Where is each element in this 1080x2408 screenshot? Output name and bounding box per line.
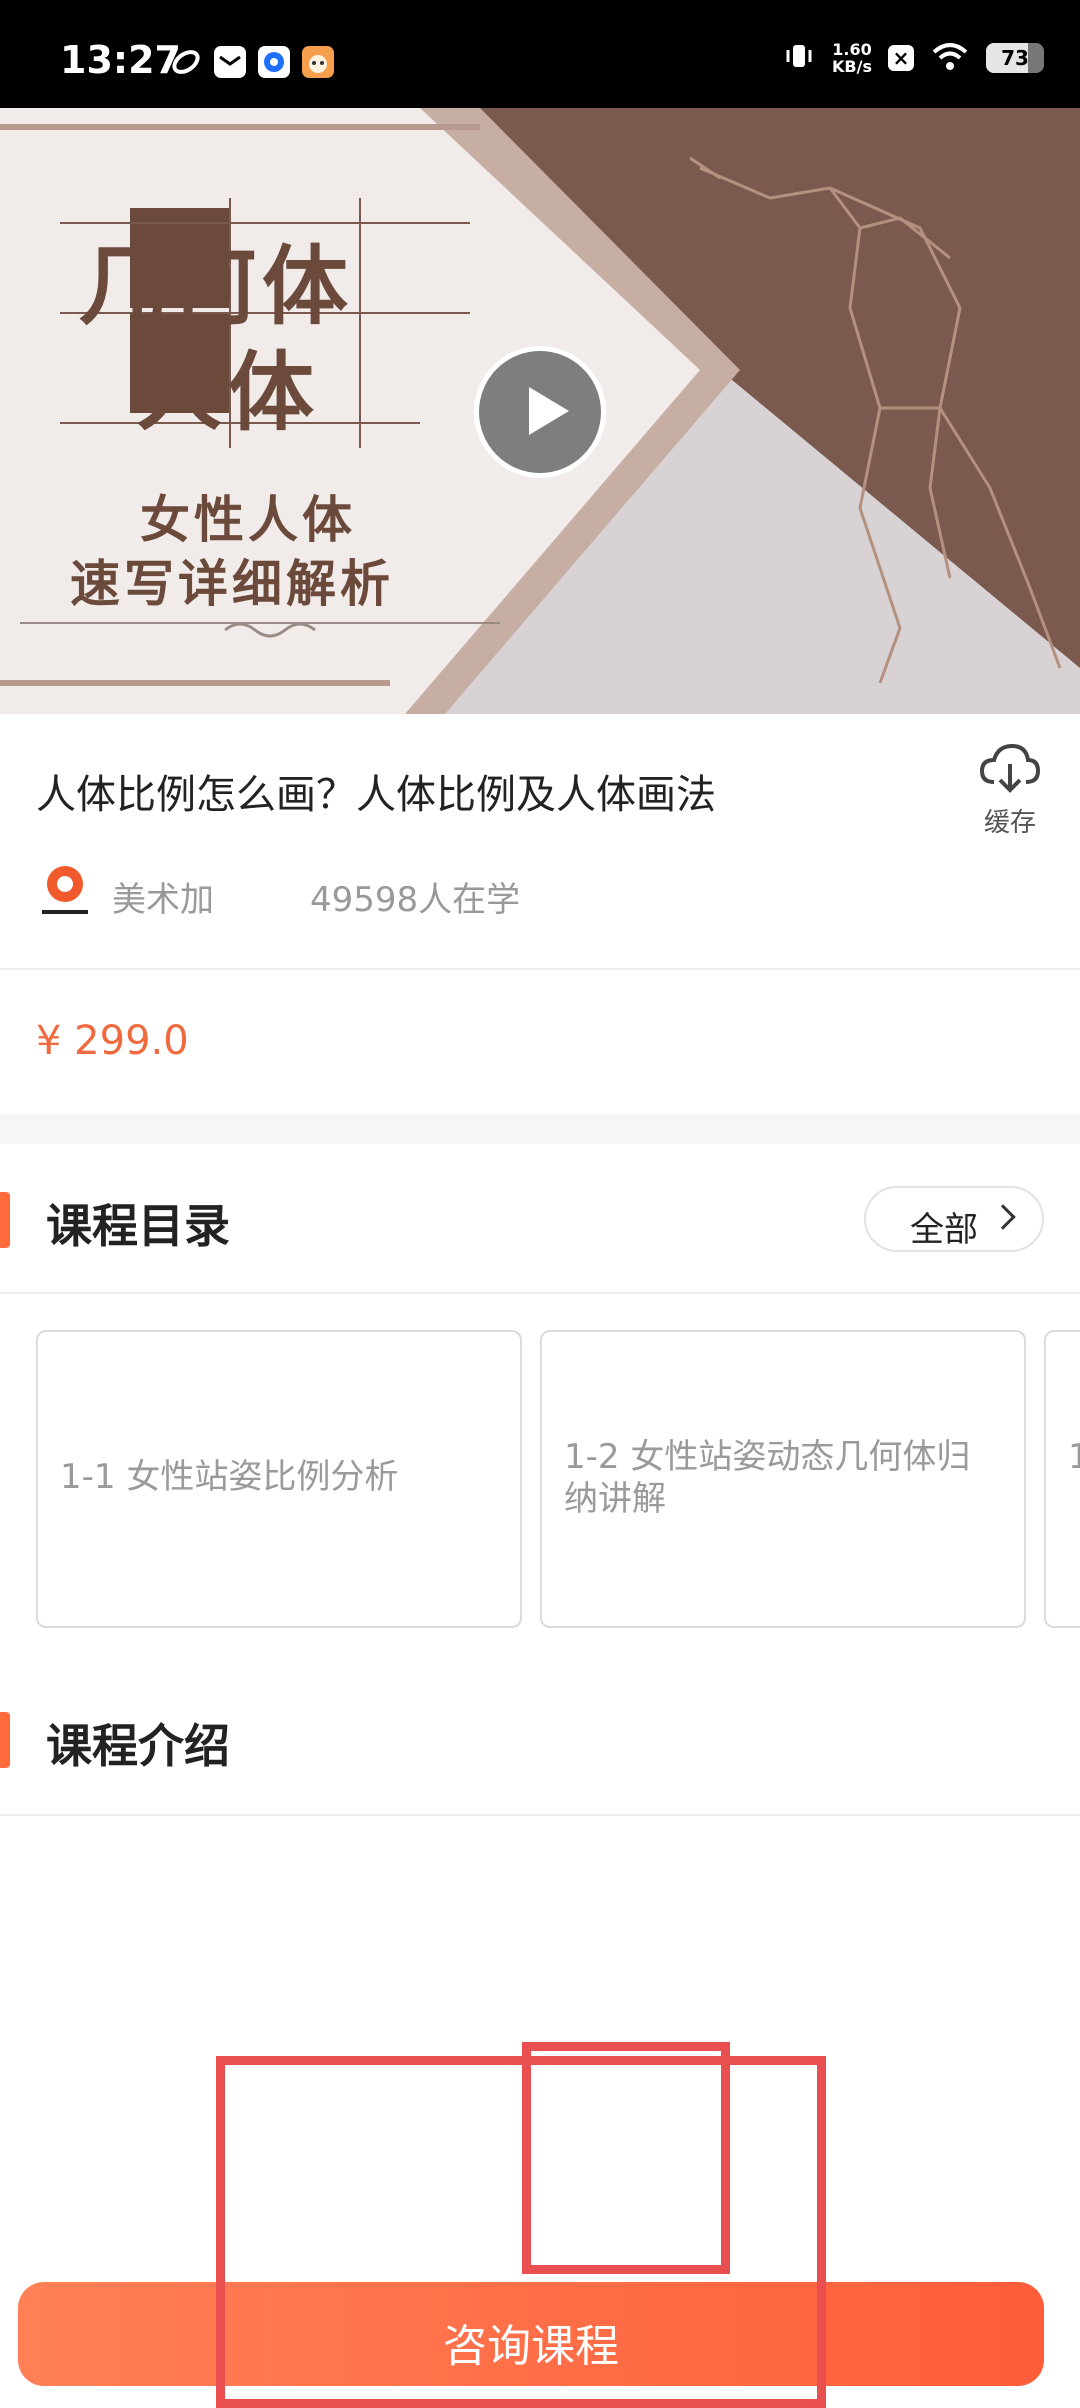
video-cover[interactable]: 几何体 人体 女性人体 速写详细解析 xyxy=(0,108,1080,714)
all-label: 全部 xyxy=(910,1210,978,1250)
net-speed-unit: KB/s xyxy=(832,57,872,76)
wifi-icon xyxy=(930,40,970,76)
course-title: 人体比例怎么画？人体比例及人体画法 xyxy=(36,772,716,818)
game-icon xyxy=(302,46,334,78)
cache-button[interactable]: 缓存 xyxy=(974,742,1046,839)
intro-heading: 课程介绍 xyxy=(46,1719,230,1773)
publisher-logo[interactable] xyxy=(36,862,94,920)
highlight-box xyxy=(522,2042,730,2274)
cover-subtitle-line2: 速写详细解析 xyxy=(70,554,394,613)
divider xyxy=(0,968,1080,970)
cover-subtitle-line1: 女性人体 xyxy=(140,490,356,549)
chevron-right-icon xyxy=(990,1204,1016,1230)
cache-label: 缓存 xyxy=(983,808,1036,838)
status-bar: 13:27 1.60 KB/s × 73 xyxy=(0,0,1080,108)
battery-icon: 73 xyxy=(986,43,1044,73)
status-time: 13:27 xyxy=(60,38,181,82)
publisher-name[interactable]: 美术加 xyxy=(112,872,214,921)
catalog-heading: 课程目录 xyxy=(46,1199,230,1253)
cloud-download-icon xyxy=(978,743,1042,798)
status-right: 1.60 KB/s × 73 xyxy=(782,38,1044,78)
lesson-title: 1-1 女性站姿比例分析 xyxy=(60,1457,399,1497)
net-speed: 1.60 KB/s xyxy=(832,41,872,75)
cover-title-line2: 人体 xyxy=(136,342,320,443)
lesson-card[interactable]: 1-1 女性站姿比例分析 xyxy=(36,1330,522,1628)
catalog-accent-bar xyxy=(0,1192,10,1248)
course-price: ¥ 299.0 xyxy=(36,1018,189,1064)
close-box-icon: × xyxy=(888,45,914,71)
play-icon[interactable] xyxy=(474,346,606,478)
learner-count: 49598人在学 xyxy=(310,880,521,920)
battery-level: 73 xyxy=(1001,46,1029,70)
divider xyxy=(0,1292,1080,1294)
intro-accent-bar xyxy=(0,1712,10,1768)
link-icon xyxy=(170,46,202,78)
mail-icon xyxy=(214,46,246,78)
catalog-all-button[interactable]: 全部 xyxy=(864,1186,1044,1252)
vibrate-icon xyxy=(782,39,816,77)
lesson-card[interactable]: 1-2 女性站姿动态几何体归纳讲解 xyxy=(540,1330,1026,1628)
lesson-card[interactable]: 1-3 xyxy=(1044,1330,1080,1628)
highlight-box xyxy=(216,2056,826,2408)
lesson-title: 1-2 女性站姿动态几何体归纳讲解 xyxy=(564,1437,971,1519)
app-icon xyxy=(258,46,290,78)
divider xyxy=(0,1814,1080,1816)
section-gap xyxy=(0,1114,1080,1144)
